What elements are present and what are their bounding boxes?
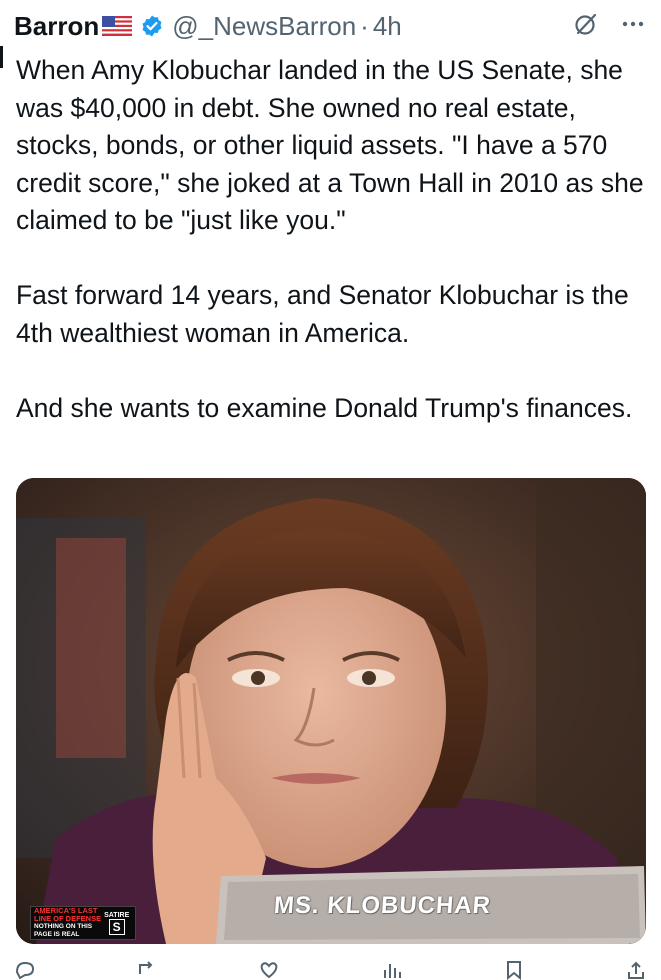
satire-label: SATIRE: [104, 911, 130, 919]
nameplate-text: MS. KLOBUCHAR: [273, 892, 492, 919]
watermark-text: AMERICA'S LAST LINE OF DEFENSE NOTHING O…: [34, 907, 101, 939]
bookmark-icon[interactable]: [503, 960, 525, 980]
tweet-actions: [14, 960, 647, 980]
tweet-header: Barron @_NewsBarron · 4h: [14, 8, 647, 44]
reply-icon[interactable]: [14, 960, 36, 980]
post-time[interactable]: 4h: [373, 11, 402, 42]
watermark-line-4: PAGE IS REAL: [34, 931, 80, 938]
us-flag-icon: [102, 16, 133, 36]
tweet-text: When Amy Klobuchar landed in the US Sena…: [16, 52, 650, 427]
grok-icon[interactable]: [573, 11, 599, 37]
more-options-icon[interactable]: [619, 10, 647, 38]
photo-illustration: [16, 478, 646, 944]
watermark-logo: SATIRE S: [104, 912, 129, 935]
tweet-photo[interactable]: MS. KLOBUCHAR AMERICA'S LAST LINE OF DEF…: [16, 478, 646, 944]
watermark-line-3: NOTHING ON THIS: [34, 923, 93, 930]
watermark-line-2: LINE OF DEFENSE: [34, 914, 102, 923]
author-handle[interactable]: @_NewsBarron: [172, 11, 356, 42]
tweet-paragraph-3: And she wants to examine Donald Trump's …: [16, 392, 633, 423]
tweet-paragraph-1: When Amy Klobuchar landed in the US Sena…: [16, 55, 644, 235]
satire-logo-icon: S: [108, 918, 125, 935]
left-edge-mark: [0, 46, 3, 68]
views-icon[interactable]: [381, 960, 403, 980]
verified-badge-icon: [142, 15, 162, 37]
header-actions: [573, 10, 647, 38]
share-icon[interactable]: [625, 960, 647, 980]
separator-dot: ·: [360, 10, 369, 41]
like-icon[interactable]: [258, 960, 280, 980]
tweet-paragraph-2: Fast forward 14 years, and Senator Klobu…: [16, 280, 629, 348]
satire-watermark: AMERICA'S LAST LINE OF DEFENSE NOTHING O…: [30, 906, 136, 940]
repost-icon[interactable]: [136, 960, 158, 980]
author-name[interactable]: Barron: [14, 11, 99, 42]
